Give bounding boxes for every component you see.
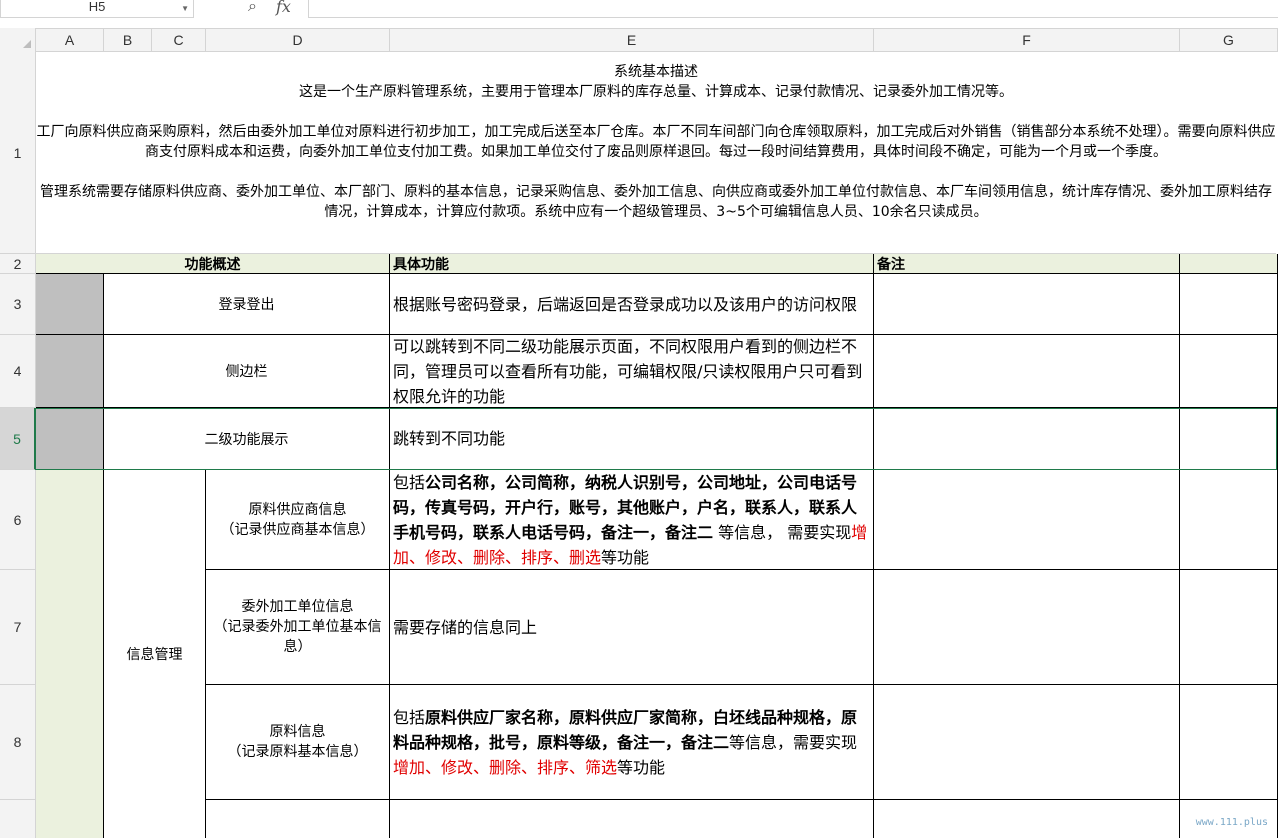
cell-d9[interactable] [206, 800, 390, 838]
fx-icon[interactable]: fx [276, 0, 291, 16]
cell-info-management[interactable]: 信息管理 [104, 470, 206, 838]
cell-a6-group[interactable] [36, 470, 104, 838]
supplier-info-sub: （记录供应商基本信息） [220, 521, 375, 538]
supplier-detail-pre: 包括 [393, 472, 426, 492]
select-all-corner[interactable] [0, 28, 36, 52]
cell-login-name[interactable]: 登录登出 [104, 274, 390, 335]
row-header-8[interactable]: 8 [0, 685, 36, 800]
supplier-info-detail-text: 包括公司名称，公司简称，纳税人识别号，公司地址，公司电话号码，传真号码，开户行，… [393, 470, 870, 569]
cell-secondary-display-detail[interactable]: 跳转到不同功能 [390, 408, 874, 470]
select-all-icon [23, 40, 31, 48]
system-description-cell[interactable]: 系统基本描述 这是一个生产原料管理系统，主要用于管理本厂原料的库存总量、计算成本… [36, 52, 1276, 254]
cell-secondary-display-name[interactable]: 二级功能展示 [104, 408, 390, 470]
row-header-7[interactable]: 7 [0, 570, 36, 685]
material-info-label: 原料信息 [269, 724, 326, 740]
cell-outsource-info-name[interactable]: 委外加工单位信息 （记录委外加工单位基本信息） [206, 570, 390, 685]
header-detail[interactable]: 具体功能 [390, 254, 874, 274]
formula-input[interactable] [308, 0, 1278, 18]
cell-f7[interactable] [874, 570, 1180, 685]
row-header-5[interactable]: 5 [0, 408, 36, 470]
cell-g3[interactable] [1180, 274, 1278, 335]
formula-bar: H5 ▼ ⌕ fx [0, 0, 1278, 28]
cell-f5[interactable] [874, 408, 1180, 470]
column-header-a[interactable]: A [36, 28, 104, 52]
material-detail-mid: 等信息，需要实现 [729, 732, 858, 752]
sidebar-detail-text: 可以跳转到不同二级功能展示页面，不同权限用户看到的侧边栏不同，管理员可以查看所有… [393, 336, 863, 406]
name-box[interactable]: H5 ▼ [0, 0, 194, 18]
row-header-3[interactable]: 3 [0, 274, 36, 335]
cell-sidebar-detail[interactable]: 可以跳转到不同二级功能展示页面，不同权限用户看到的侧边栏不同，管理员可以查看所有… [390, 335, 874, 408]
row-header-6[interactable]: 6 [0, 470, 36, 570]
cell-outsource-info-detail[interactable]: 需要存储的信息同上 [390, 570, 874, 685]
watermark: www.111.plus [1195, 817, 1268, 828]
cell-login-detail[interactable]: 根据账号密码登录，后端返回是否登录成功以及该用户的访问权限 [390, 274, 874, 335]
column-header-d[interactable]: D [206, 28, 390, 52]
column-header-g[interactable]: G [1180, 28, 1278, 52]
cell-g8[interactable] [1180, 685, 1278, 800]
material-info-sub: （记录原料基本信息） [227, 744, 368, 760]
header-func-overview-label: 功能概述 [184, 256, 241, 273]
outsource-info-sub: （记录委外加工单位基本信息） [213, 619, 382, 655]
header-g[interactable] [1180, 254, 1278, 274]
material-detail-post: 等功能 [617, 757, 666, 777]
zoom-icon[interactable]: ⌕ [248, 0, 257, 16]
supplier-detail-post: 等功能 [601, 547, 650, 567]
secondary-display-label: 二级功能展示 [204, 431, 289, 448]
secondary-display-detail-text: 跳转到不同功能 [393, 429, 506, 448]
cell-a5[interactable] [36, 408, 104, 470]
cell-f3[interactable] [874, 274, 1180, 335]
cell-material-info-detail[interactable]: 包括原料供应厂家名称，原料供应厂家简称，白坯线品种规格，原料品种规格，批号，原料… [390, 685, 874, 800]
outsource-info-label: 委外加工单位信息 [241, 599, 354, 615]
formula-tools: ⌕ fx [244, 0, 304, 18]
cell-e9[interactable] [390, 800, 874, 838]
cell-a4[interactable] [36, 335, 104, 408]
info-management-label: 信息管理 [126, 647, 183, 663]
cell-g7[interactable] [1180, 570, 1278, 685]
row-header-4[interactable]: 4 [0, 335, 36, 408]
login-detail-text: 根据账号密码登录，后端返回是否登录成功以及该用户的访问权限 [393, 294, 858, 314]
cell-supplier-info-detail[interactable]: 包括公司名称，公司简称，纳税人识别号，公司地址，公司电话号码，传真号码，开户行，… [390, 470, 874, 570]
cell-material-info-name[interactable]: 原料信息 （记录原料基本信息） [206, 685, 390, 800]
login-name-label: 登录登出 [218, 297, 275, 313]
description-para3: 管理系统需要存储原料供应商、委外加工单位、本厂部门、原料的基本信息，记录采购信息… [40, 184, 1272, 220]
column-header-b[interactable]: B [104, 28, 152, 52]
header-note-label: 备注 [877, 256, 905, 273]
cell-g5[interactable] [1180, 408, 1278, 470]
supplier-info-label: 原料供应商信息 [248, 501, 347, 518]
description-para2: 工厂向原料供应商采购原料，然后由委外加工单位对原料进行初步加工，加工完成后送至本… [36, 124, 1276, 160]
sidebar-name-label: 侧边栏 [225, 364, 268, 380]
cell-sidebar-name[interactable]: 侧边栏 [104, 335, 390, 408]
row-header-9[interactable] [0, 800, 36, 838]
header-note[interactable]: 备注 [874, 254, 1180, 274]
supplier-detail-mid: 等信息， 需要实现 [713, 522, 852, 542]
cell-f9[interactable] [874, 800, 1180, 838]
material-info-detail-text: 包括原料供应厂家名称，原料供应厂家简称，白坯线品种规格，原料品种规格，批号，原料… [393, 705, 870, 780]
column-header-e[interactable]: E [390, 28, 874, 52]
cell-f8[interactable] [874, 685, 1180, 800]
cell-supplier-info-name[interactable]: 原料供应商信息 （记录供应商基本信息） [206, 470, 390, 570]
name-box-dropdown-icon[interactable]: ▼ [181, 2, 189, 16]
material-detail-ops: 增加、修改、删除、排序、筛选 [393, 757, 618, 777]
cell-f4[interactable] [874, 335, 1180, 408]
row-header-1[interactable]: 1 [0, 52, 36, 254]
header-detail-label: 具体功能 [393, 256, 449, 273]
cell-g4[interactable] [1180, 335, 1278, 408]
description-title: 系统基本描述 [614, 64, 698, 80]
header-func-overview[interactable]: 功能概述 [36, 254, 390, 274]
outsource-info-detail-text: 需要存储的信息同上 [393, 617, 538, 637]
cell-g6[interactable] [1180, 470, 1278, 570]
column-header-f[interactable]: F [874, 28, 1180, 52]
row-header-2[interactable]: 2 [0, 254, 36, 274]
column-header-c[interactable]: C [152, 28, 206, 52]
description-line1: 这是一个生产原料管理系统，主要用于管理本厂原料的库存总量、计算成本、记录付款情况… [299, 84, 1013, 100]
cell-reference: H5 [88, 0, 106, 14]
cell-a3[interactable] [36, 274, 104, 335]
cell-f6[interactable] [874, 470, 1180, 570]
material-detail-pre: 包括 [393, 707, 426, 727]
